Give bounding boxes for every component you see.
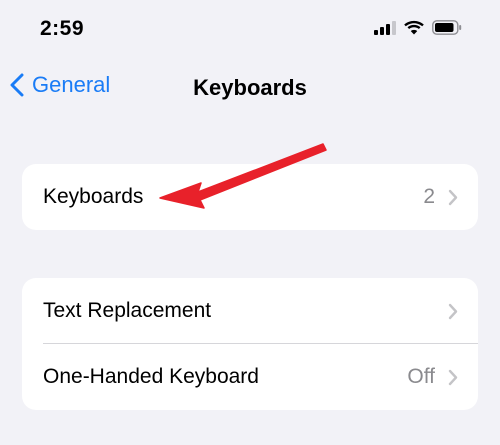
red-arrow-icon: [159, 143, 327, 209]
